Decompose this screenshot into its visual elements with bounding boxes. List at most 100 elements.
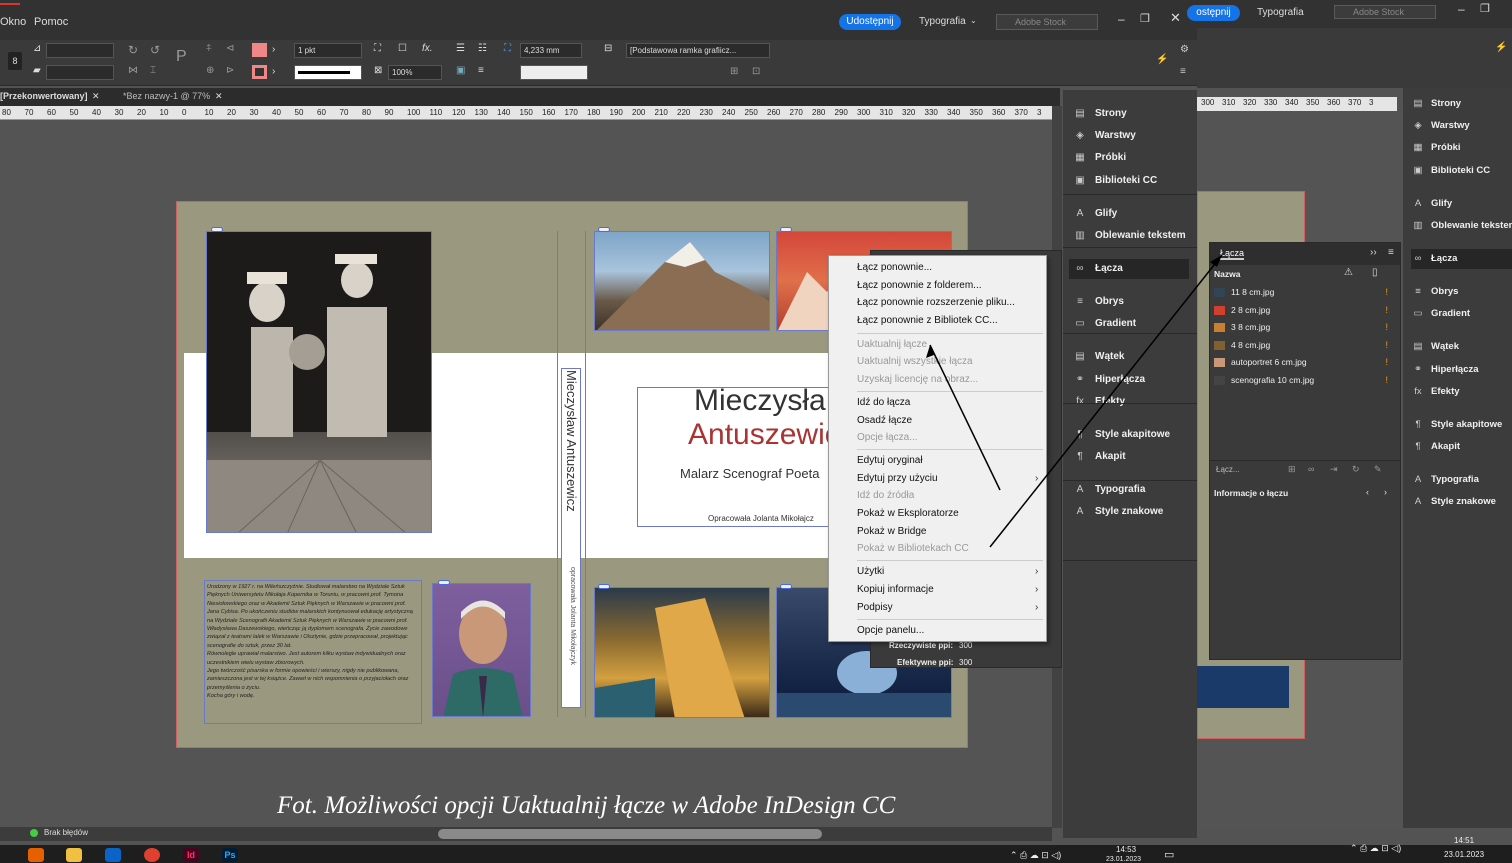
update-link-icon[interactable]: ↻ [1352,464,1360,475]
minimize-icon-2[interactable]: – [1458,2,1465,16]
link-row[interactable]: scenografia 10 cm.jpg! [1214,372,1396,389]
hscroll-thumb[interactable] [438,829,822,839]
align-center-icon[interactable]: ☷ [478,43,487,54]
frame-fitting-icon[interactable]: ⛶ [374,43,381,54]
link-badge-icon[interactable] [780,584,792,589]
page-column-icon[interactable]: ▯ [1372,267,1378,278]
lightning-icon[interactable]: ⚡ [1156,54,1168,65]
panel-item-7-back[interactable]: ∞ Łącza [1411,249,1512,269]
rotate-input[interactable] [46,43,114,58]
chrome-icon[interactable] [144,848,160,862]
stroke-swatch[interactable] [252,65,267,79]
offset-input[interactable]: 4,233 mm [520,43,582,58]
stroke-arrow-icon[interactable]: › [272,66,275,77]
clock-time-2[interactable]: 14:51 [1454,836,1474,845]
flip-vertical-icon[interactable]: ⌶ [150,65,156,76]
panel-item-2[interactable]: ◈ Warstwy [1073,126,1136,146]
context-menu-item[interactable]: Użytki › [857,566,1038,577]
warning-column-icon[interactable]: ⚠ [1344,267,1353,278]
relink-icon[interactable]: ∞ [1308,464,1314,474]
quick-apply-icon[interactable]: ⊡ [752,66,760,77]
corner-options-icon[interactable]: ⛶ [504,43,511,54]
tray-icons-2[interactable]: ⌃ ⎙ ☁ ⊡ ◁) [1350,843,1401,854]
rotate-cw-icon[interactable]: ↻ [128,43,138,57]
panel-item-14-back[interactable]: ¶ Akapit [1411,437,1460,457]
goto-link-icon[interactable]: ⇥ [1330,464,1338,475]
outlook-icon[interactable] [105,848,121,862]
collapse-icon[interactable]: ›› [1370,247,1377,258]
path-type-icon[interactable]: P [176,48,187,66]
select-next-icon[interactable]: ⊲ [226,43,234,54]
panel-item-12-back[interactable]: fx Efekty [1411,382,1459,402]
puppets-photo[interactable] [206,231,432,533]
fit-frame-icon[interactable]: ☐ [398,43,407,54]
link-row[interactable]: 11 8 cm.jpg! [1214,284,1396,301]
menu-okno[interactable]: Okno [0,16,26,28]
bio-text-frame[interactable]: Urodzony w 1927 r. na Wileńszczyźnie. St… [204,580,422,724]
panel-item-8-back[interactable]: ≡ Obrys [1411,282,1458,302]
share-button-2[interactable]: ostępnij [1187,5,1240,21]
adobe-stock-search-2[interactable]: Adobe Stock [1334,5,1436,19]
menu-pomoc[interactable]: Pomoc [34,16,68,28]
clock-date[interactable]: 23.01.2023 [1106,856,1141,863]
photoshop-icon[interactable]: Ps [222,848,238,862]
workspace-menu-2[interactable]: Typografia [1257,7,1304,18]
link-badge-icon[interactable] [598,584,610,589]
opacity-input[interactable]: 100% [388,65,442,80]
panel-item-4[interactable]: ▣ Biblioteki CC [1073,171,1157,191]
stroke-color-select[interactable] [520,65,588,80]
flip-horizontal-icon[interactable]: ⋈ [128,65,138,76]
select-container-icon[interactable]: ⍏ [206,43,212,54]
panel-item-16-back[interactable]: A Style znakowe [1411,492,1496,512]
fill-swatch[interactable] [252,43,267,57]
workspace-menu[interactable]: Typografia [919,16,966,27]
tab-close-icon-2[interactable]: ✕ [215,91,223,102]
panel-item-5-back[interactable]: A Glify [1411,194,1452,214]
title-frame[interactable]: Mieczysła Antuszewic Malarz Scenograf Po… [637,384,840,527]
notification-icon[interactable]: ▭ [1164,848,1174,861]
gear-icon[interactable]: ⚙ [1180,44,1189,55]
indesign-icon[interactable]: Id [183,848,199,862]
panel-item-9-back[interactable]: ▭ Gradient [1411,304,1471,324]
select-prev-icon[interactable]: ⊳ [226,65,234,76]
link-badge-icon[interactable] [211,227,223,232]
minimize-icon[interactable]: – [1118,12,1125,26]
text-wrap-icon[interactable]: ▣ [456,65,465,76]
panel-item-1-back[interactable]: ▤ Strony [1411,94,1462,114]
distribute-icon[interactable]: ≡ [478,65,484,76]
stroke-weight-input[interactable]: 1 pkt [294,43,362,58]
object-style-select[interactable]: [Podstawowa ramka grafiicz... [626,43,770,58]
horizontal-scrollbar[interactable]: Brak błędów [0,827,1052,841]
effects-icon[interactable]: fx. [422,43,433,54]
edit-original-icon[interactable]: ✎ [1374,464,1382,475]
panel-item-3-back[interactable]: ▦ Próbki [1411,138,1461,158]
restore-icon[interactable]: ❐ [1140,12,1150,25]
rotate-ccw-icon[interactable]: ↺ [150,43,160,57]
tab-close-icon[interactable]: ✕ [92,91,100,102]
file-explorer-icon[interactable] [66,848,82,862]
link-badge-icon[interactable] [780,227,792,232]
self-portrait-photo[interactable] [432,583,531,717]
chevron-down-icon[interactable]: ⌄ [970,16,977,25]
link-row[interactable]: 2 8 cm.jpg! [1214,302,1396,319]
panel-item-2-back[interactable]: ◈ Warstwy [1411,116,1469,136]
panel-item-3[interactable]: ▦ Próbki [1073,148,1126,168]
panel-item-4-back[interactable]: ▣ Biblioteki CC [1411,161,1491,181]
shear-input[interactable] [46,65,114,80]
panel-item-15-back[interactable]: A Typografia [1411,470,1479,490]
clock-time[interactable]: 14:53 [1116,845,1136,854]
tab-przekonwertowany[interactable]: [Przekonwertowany] [0,91,88,101]
preflight-status[interactable]: Brak błędów [44,828,88,837]
link-row[interactable]: 4 8 cm.jpg! [1214,337,1396,354]
panel-item-13-back[interactable]: ¶ Style akapitowe [1411,415,1502,435]
relink-cc-icon[interactable]: ⊞ [1288,464,1296,475]
link-row[interactable]: autoportret 6 cm.jpg! [1214,354,1396,371]
panel-item-6-back[interactable]: ▥ Oblewanie tekstem [1411,216,1512,236]
tray-icons[interactable]: ⌃ ⎙ ☁ ⊡ ◁) [1010,850,1061,861]
mountain-photo-1[interactable] [594,231,770,331]
share-button[interactable]: Udostępnij [839,14,901,30]
context-menu-item[interactable]: Kopiuj informacje › [857,584,1038,595]
close-icon[interactable]: ✕ [1170,10,1181,26]
clock-date-2[interactable]: 23.01.2023 [1444,850,1484,859]
canyon-photo[interactable] [594,587,770,718]
